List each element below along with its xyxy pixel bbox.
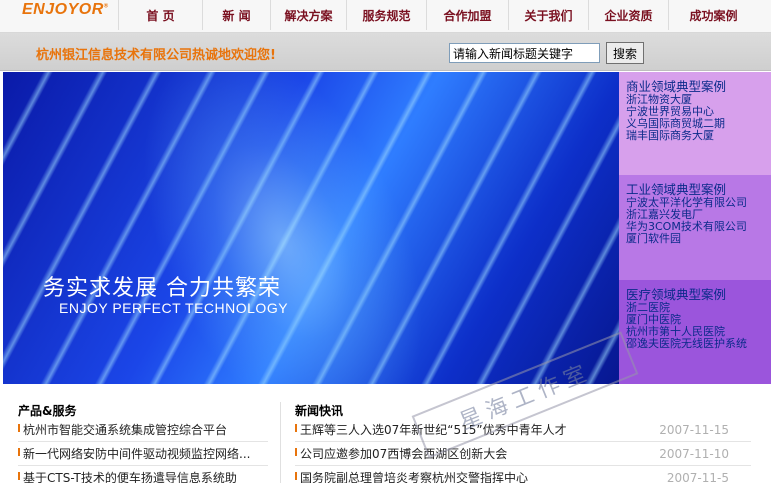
enjoyor-logo[interactable]: ENJOYOR® [22,1,109,19]
nav-item-partners[interactable]: 合作加盟 [426,0,508,30]
news-search-input[interactable] [449,43,600,63]
news-date: 2007-11-15 [659,422,729,437]
news-link[interactable]: 国务院副总理曾培炎考察杭州交警指挥中心 [300,469,528,483]
news-date: 2007-11-5 [666,470,729,483]
banner-slogan-chinese: 务实求发展 合力共繁荣 [43,276,281,301]
case-title-industry[interactable]: 工业领域典型案例 [626,183,771,197]
case-item[interactable]: 厦门软件园 [626,233,771,245]
products-services-section: 产品&服务 杭州市智能交通系统集成管控综合平台 新一代网络安防中间件驱动视频监控… [18,402,268,483]
list-item: 国务院副总理曾培炎考察杭州交警指挥中心 2007-11-5 [295,466,751,483]
case-item[interactable]: 瑞丰国际商务大厦 [626,130,771,142]
list-item: 王辉等三人入选07年新世纪“515”优秀中青年人才 2007-11-15 [295,418,751,442]
main-nav: 首 页 新 闻 解决方案 服务规范 合作加盟 关于我们 企业资质 成功案例 [118,0,758,30]
logo-text: ENJOYOR [22,1,104,18]
welcome-band: 杭州银江信息技术有限公司热诚地欢迎您! 搜索 [0,33,771,71]
case-title-business[interactable]: 商业领域典型案例 [626,80,771,94]
bullet-icon [295,424,297,432]
top-navigation-bar: ENJOYOR® 首 页 新 闻 解决方案 服务规范 合作加盟 关于我们 企业资… [0,0,771,33]
case-panel-industry: 工业领域典型案例 宁波太平洋化学有限公司 浙江嘉兴发电厂 华为3COM技术有限公… [619,175,771,280]
news-date: 2007-11-10 [659,446,729,461]
bullet-icon [18,424,20,432]
case-panel-business: 商业领域典型案例 浙江物资大厦 宁波世界贸易中心 义乌国际商贸城二期 瑞丰国际商… [619,72,771,175]
nav-item-about[interactable]: 关于我们 [508,0,588,30]
product-link[interactable]: 新一代网络安防中间件驱动视频监控网络... [23,445,250,462]
news-flash-section: 新闻快讯 王辉等三人入选07年新世纪“515”优秀中青年人才 2007-11-1… [295,402,751,483]
news-section-title: 新闻快讯 [295,404,344,418]
bullet-icon [295,448,297,456]
list-item: 公司应邀参加07西博会西湖区创新大会 2007-11-10 [295,442,751,466]
product-link[interactable]: 杭州市智能交通系统集成管控综合平台 [23,421,227,438]
nav-item-cases[interactable]: 成功案例 [668,0,758,30]
bullet-icon [295,472,297,480]
search-button[interactable]: 搜索 [606,42,644,64]
nav-item-home[interactable]: 首 页 [118,0,202,30]
nav-item-qualifications[interactable]: 企业资质 [588,0,668,30]
banner-light-streak [85,72,481,384]
bullet-icon [18,448,20,456]
nav-item-news[interactable]: 新 闻 [202,0,270,30]
registered-mark: ® [103,3,109,10]
case-item[interactable]: 邵逸夫医院无线医护系统 [626,338,771,350]
hero-banner: 务实求发展 合力共繁荣 ENJOY PERFECT TECHNOLOGY [3,72,619,384]
nav-item-service[interactable]: 服务规范 [346,0,426,30]
welcome-text: 杭州银江信息技术有限公司热诚地欢迎您! [36,48,276,63]
section-divider [280,402,281,483]
case-panel-medical: 医疗领域典型案例 浙二医院 厦门中医院 杭州市第十人民医院 邵逸夫医院无线医护系… [619,280,771,384]
product-link[interactable]: 基于CTS-T技术的便车扬遣导信息系统助 [23,469,237,483]
list-item: 基于CTS-T技术的便车扬遣导信息系统助 [18,466,268,483]
list-item: 新一代网络安防中间件驱动视频监控网络... [18,442,268,466]
list-item: 杭州市智能交通系统集成管控综合平台 [18,418,268,442]
news-link[interactable]: 王辉等三人入选07年新世纪“515”优秀中青年人才 [300,421,567,438]
nav-item-solutions[interactable]: 解决方案 [270,0,346,30]
products-section-title: 产品&服务 [18,404,77,418]
news-link[interactable]: 公司应邀参加07西博会西湖区创新大会 [300,445,507,462]
case-title-medical[interactable]: 医疗领域典型案例 [626,288,771,302]
banner-slogan-english: ENJOY PERFECT TECHNOLOGY [59,300,289,316]
bullet-icon [18,472,20,480]
